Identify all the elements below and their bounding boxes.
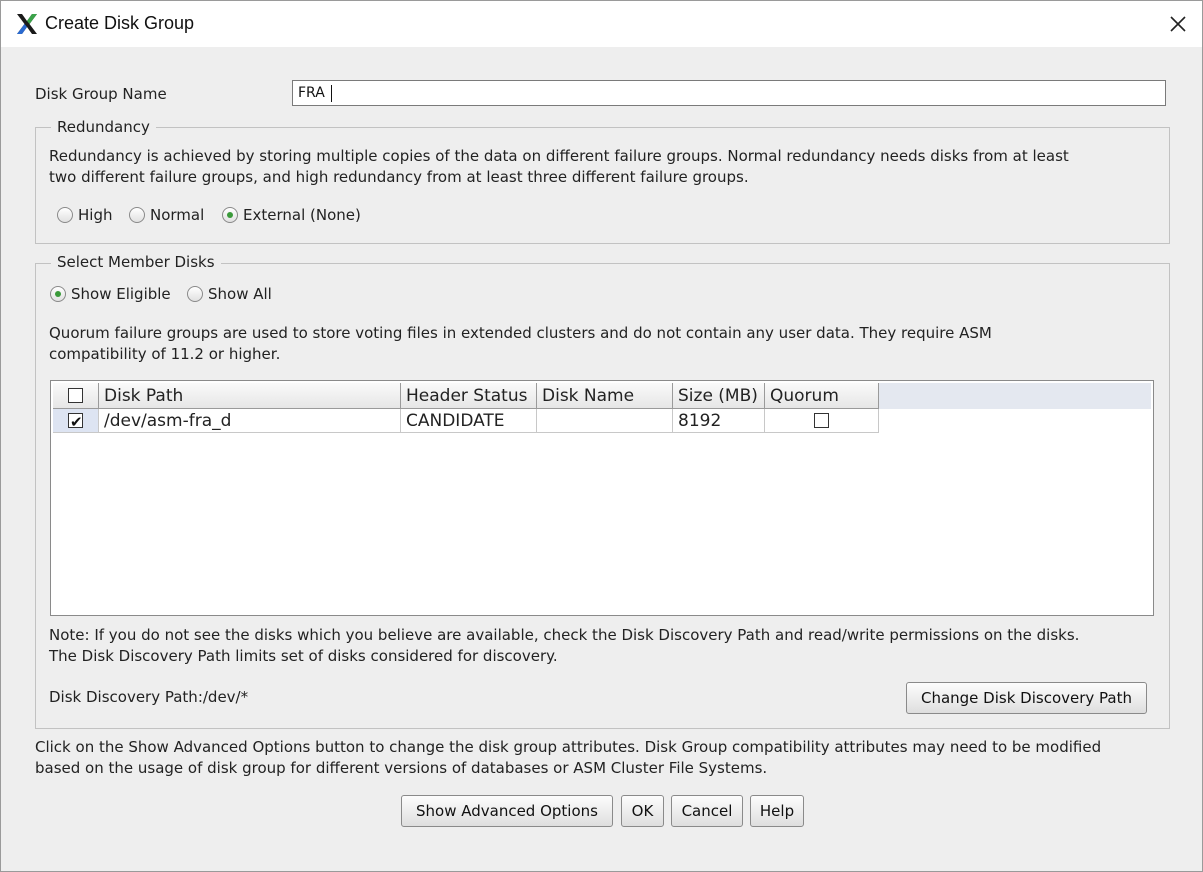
discovery-note-line2: The Disk Discovery Path limits set of di…	[49, 647, 558, 665]
radio-normal-button[interactable]	[129, 207, 145, 223]
advanced-note-line2: based on the usage of disk group for dif…	[35, 759, 768, 777]
table-row[interactable]: /dev/asm-fra_d CANDIDATE 8192	[53, 409, 879, 434]
table-header: Disk Path Header Status Disk Name Size (…	[53, 383, 1151, 409]
cell-size: 8192	[673, 409, 765, 433]
window-title: Create Disk Group	[45, 13, 195, 33]
header-disk-name[interactable]: Disk Name	[537, 383, 673, 409]
disk-group-name-label: Disk Group Name	[35, 85, 167, 103]
header-disk-path[interactable]: Disk Path	[99, 383, 401, 409]
dialog-content: Disk Group Name Redundancy Redundancy is…	[1, 47, 1202, 871]
radio-external-button[interactable]	[222, 207, 238, 223]
radio-external-label: External (None)	[243, 206, 361, 224]
radio-show-eligible[interactable]: Show Eligible	[50, 285, 171, 303]
radio-high[interactable]: High	[57, 206, 112, 224]
radio-high-label: High	[78, 206, 113, 224]
x-app-icon	[17, 14, 37, 34]
show-advanced-options-button[interactable]: Show Advanced Options	[401, 795, 613, 827]
redundancy-description-line1: Redundancy is achieved by storing multip…	[49, 147, 1069, 165]
close-icon	[1170, 16, 1186, 32]
quorum-note-line1: Quorum failure groups are used to store …	[49, 324, 992, 342]
header-size[interactable]: Size (MB)	[673, 383, 765, 409]
quorum-checkbox[interactable]	[814, 413, 829, 428]
radio-show-eligible-label: Show Eligible	[71, 285, 171, 303]
header-select-cell[interactable]	[53, 383, 99, 409]
select-all-checkbox[interactable]	[68, 388, 83, 403]
close-button[interactable]	[1161, 9, 1195, 39]
cell-disk-name[interactable]	[537, 409, 673, 433]
redundancy-legend: Redundancy	[51, 118, 156, 136]
cancel-button[interactable]: Cancel	[671, 795, 743, 827]
discovery-note-line1: Note: If you do not see the disks which …	[49, 626, 1080, 644]
discovery-path-label: Disk Discovery Path:/dev/*	[49, 688, 249, 706]
radio-normal[interactable]: Normal	[129, 206, 204, 224]
redundancy-description-line2: two different failure groups, and high r…	[49, 168, 749, 186]
quorum-note-line2: compatibility of 11.2 or higher.	[49, 345, 281, 363]
radio-show-all[interactable]: Show All	[187, 285, 272, 303]
header-header-status[interactable]: Header Status	[401, 383, 537, 409]
disk-group-name-field[interactable]	[292, 80, 1166, 106]
create-disk-group-dialog: Create Disk Group Disk Group Name Redund…	[0, 0, 1203, 872]
radio-normal-label: Normal	[150, 206, 205, 224]
header-quorum[interactable]: Quorum	[765, 383, 879, 409]
cell-header-status: CANDIDATE	[401, 409, 537, 433]
row-select-cell[interactable]	[53, 409, 99, 434]
radio-show-eligible-button[interactable]	[50, 286, 66, 302]
advanced-note-line1: Click on the Show Advanced Options butto…	[35, 738, 1102, 756]
radio-high-button[interactable]	[57, 207, 73, 223]
disk-group-name-input[interactable]	[293, 81, 1158, 105]
ok-button[interactable]: OK	[621, 795, 664, 827]
radio-external[interactable]: External (None)	[222, 206, 361, 224]
radio-show-all-button[interactable]	[187, 286, 203, 302]
change-discovery-path-button[interactable]: Change Disk Discovery Path	[906, 682, 1147, 714]
row-select-checkbox[interactable]	[68, 410, 83, 434]
help-button[interactable]: Help	[750, 795, 804, 827]
cell-disk-path: /dev/asm-fra_d	[99, 409, 401, 433]
cell-quorum[interactable]	[765, 409, 879, 433]
title-bar: Create Disk Group	[1, 1, 1202, 47]
radio-show-all-label: Show All	[208, 285, 272, 303]
text-cursor	[331, 85, 332, 102]
member-disks-legend: Select Member Disks	[51, 253, 221, 271]
disks-table[interactable]: Disk Path Header Status Disk Name Size (…	[50, 380, 1154, 616]
